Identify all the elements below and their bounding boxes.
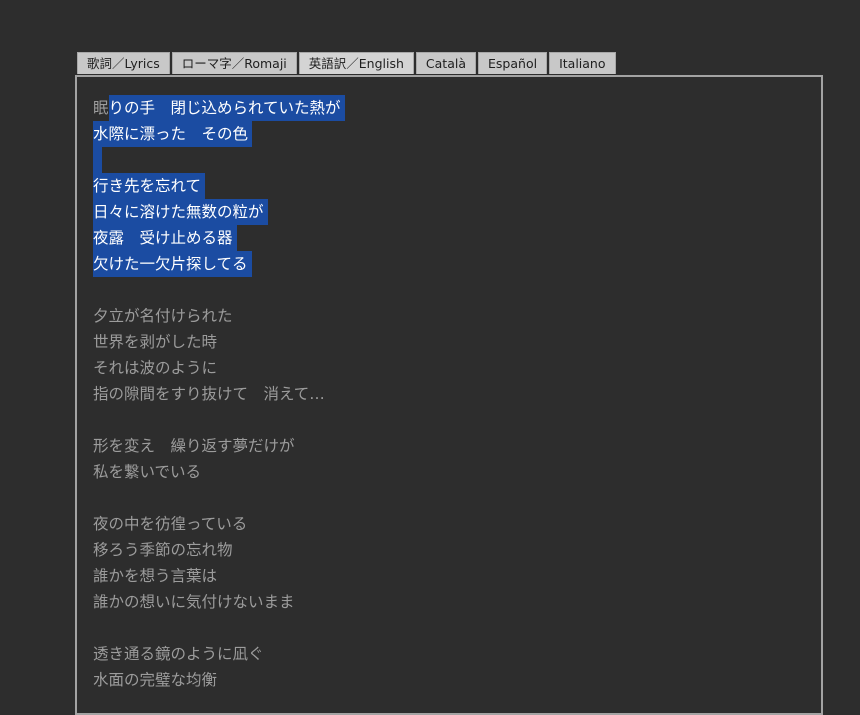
lyric-line: 水面の完璧な均衡 (93, 671, 218, 689)
lyric-line (93, 615, 345, 641)
lyric-line-prefix: 眠 (93, 99, 109, 117)
lyric-line-selected: 行き先を忘れて (93, 173, 206, 199)
tab-catala[interactable]: Català (415, 52, 477, 74)
lyric-line (93, 485, 345, 511)
tab-espanol[interactable]: Español (478, 52, 548, 74)
lyric-line: 移ろう季節の忘れ物 (93, 541, 233, 559)
lyric-line: 夜露 受け止める器 (93, 225, 345, 251)
lyric-line: 行き先を忘れて (93, 173, 345, 199)
lyric-line (93, 407, 345, 433)
lyric-line-selected: 夜露 受け止める器 (93, 225, 237, 251)
lyric-line (93, 277, 345, 303)
lyric-line: 世界を剥がした時 (93, 333, 218, 351)
lyric-line: 夜の中を彷徨っている (93, 515, 248, 533)
lyrics-text[interactable]: 眠りの手 閉じ込められていた熱が 水際に漂った その色 行き先を忘れて 日々に溶… (93, 95, 345, 693)
lyric-line: 眠りの手 閉じ込められていた熱が (93, 95, 345, 121)
tab-english[interactable]: 英語訳／English (298, 52, 414, 74)
lyric-line: それは波のように (93, 359, 218, 377)
lyric-line: 透き通る鏡のように凪ぐ (93, 645, 264, 663)
lyric-line: 欠けた一欠片探してる (93, 251, 345, 277)
lyric-line: 日々に溶けた無数の粒が (93, 199, 345, 225)
lyric-line-selected: 日々に溶けた無数の粒が (93, 199, 268, 225)
tab-lyrics[interactable]: 歌詞／Lyrics (77, 52, 170, 74)
lyric-line: 誰かを想う言葉は (93, 567, 218, 585)
lyric-line: 形を変え 繰り返す夢だけが (93, 437, 295, 455)
lyric-line: 夕立が名付けられた (93, 307, 233, 325)
lyric-line-selected: 水際に漂った その色 (93, 121, 253, 147)
lyric-line-selected (93, 147, 102, 173)
lyric-line (93, 147, 345, 173)
lyric-line-selected: りの手 閉じ込められていた熱が (108, 95, 345, 121)
lyrics-panel[interactable]: 眠りの手 閉じ込められていた熱が 水際に漂った その色 行き先を忘れて 日々に溶… (75, 75, 823, 715)
lyric-line: 水際に漂った その色 (93, 121, 345, 147)
language-tabs: 歌詞／Lyrics ローマ字／Romaji 英語訳／English Català… (77, 52, 616, 74)
lyric-line-selected: 欠けた一欠片探してる (93, 251, 252, 277)
tab-romaji[interactable]: ローマ字／Romaji (171, 52, 297, 74)
tab-italiano[interactable]: Italiano (549, 52, 616, 74)
lyric-line: 私を繋いでいる (93, 463, 202, 481)
lyric-line: 誰かの想いに気付けないまま (93, 593, 295, 611)
lyric-line: 指の隙間をすり抜けて 消えて… (93, 385, 325, 403)
